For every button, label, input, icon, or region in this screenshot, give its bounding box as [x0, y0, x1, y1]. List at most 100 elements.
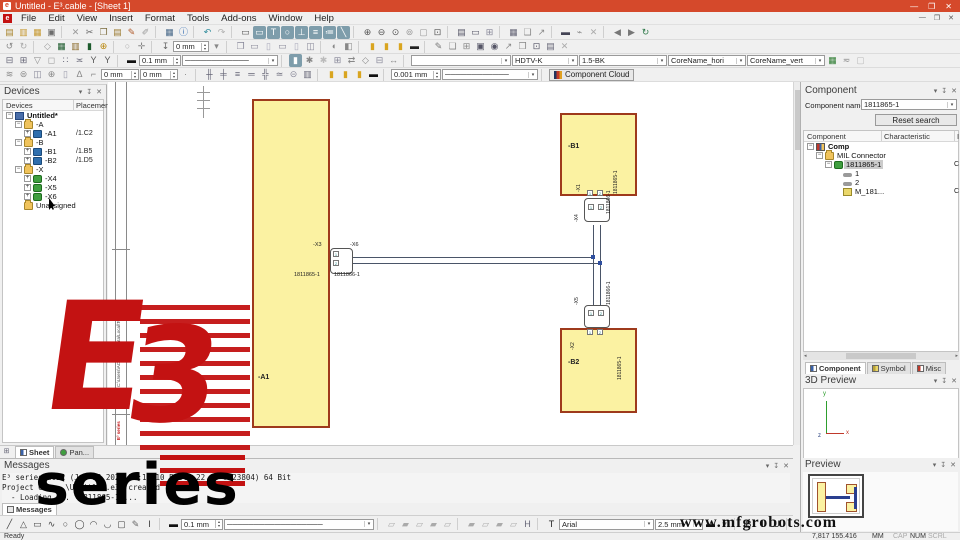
tab-messages[interactable]: Messages — [2, 503, 57, 515]
shield-tool-icon[interactable]: ⊜ — [17, 68, 30, 81]
bus-tool-icon[interactable]: ≡ — [309, 26, 322, 39]
signal-tool-icon[interactable]: ⌁ — [573, 26, 586, 39]
signal-class-combo[interactable]: ▾ — [411, 55, 511, 66]
fill-4-icon[interactable]: ▱ — [507, 518, 520, 531]
component-cloud-button[interactable]: Component Cloud — [549, 69, 634, 81]
cable-wave-icon[interactable]: ≋ — [3, 68, 16, 81]
paste-icon[interactable]: ▤ — [111, 26, 124, 39]
tab-sheet[interactable]: Sheet — [15, 446, 54, 458]
wire-vertical-2[interactable] — [600, 225, 601, 305]
place-text-icon[interactable]: T — [267, 26, 280, 39]
draw-freehand-tool-icon[interactable]: ✎ — [129, 518, 142, 531]
node-style-icon[interactable]: ✱ — [317, 54, 330, 67]
match-tool-icon[interactable]: ≍ — [73, 54, 86, 67]
double-line-icon[interactable]: ═ — [245, 68, 258, 81]
tree-item-a1[interactable]: +-A1/1.C2 — [3, 129, 103, 138]
draw-rounded-rect-tool-icon[interactable]: ▢ — [115, 518, 128, 531]
cut-icon[interactable]: ✂ — [83, 26, 96, 39]
group-icon[interactable]: ❐ — [234, 40, 247, 53]
b1-pin-1[interactable]: 1 — [587, 190, 593, 196]
rotate-ccw-icon[interactable]: ↺ — [3, 40, 16, 53]
tree-item-1811865-1[interactable]: −1811865-1C — [804, 160, 958, 169]
align-left-objects-icon[interactable]: ▯ — [262, 40, 275, 53]
messages-dropdown-icon[interactable]: ▾ — [766, 462, 770, 470]
add-device-icon[interactable]: ⊕ — [97, 40, 110, 53]
p3d-pin-icon[interactable]: ↧ — [941, 377, 947, 385]
expander-icon[interactable]: + — [24, 148, 31, 155]
devices-close-icon[interactable]: ✕ — [96, 88, 102, 96]
x4-pin-2[interactable]: 2 — [598, 204, 604, 210]
minimize-button[interactable]: — — [910, 2, 918, 11]
tree-item-x4[interactable]: +-X4 — [3, 174, 103, 183]
format-painter-icon[interactable]: ✎ — [125, 26, 138, 39]
messages-close-icon[interactable]: ✕ — [783, 462, 789, 470]
pin-1[interactable]: 1 — [333, 251, 339, 257]
net-collapse-icon[interactable]: ⊟ — [373, 54, 386, 67]
vector-tool-icon[interactable]: ↗ — [502, 40, 515, 53]
ladder-tool-icon[interactable]: ≔ — [323, 26, 336, 39]
duplicate-view-icon[interactable]: ❑ — [521, 26, 534, 39]
expander-icon[interactable]: + — [24, 130, 31, 137]
draw-line-color-icon[interactable]: ▬ — [167, 518, 180, 531]
save-icon[interactable]: ▣ — [45, 26, 58, 39]
expander-icon[interactable]: + — [24, 193, 31, 200]
hatch-2-icon[interactable]: ▰ — [399, 518, 412, 531]
database-icon[interactable]: ▮ — [83, 40, 96, 53]
grid-toggle-icon[interactable]: ⊞ — [460, 40, 473, 53]
p3d-close-icon[interactable]: ✕ — [951, 377, 957, 385]
jump-to-icon[interactable]: ↗ — [535, 26, 548, 39]
reset-search-button[interactable]: Reset search — [875, 114, 957, 126]
draw-arc-tool-icon[interactable]: ◠ — [87, 518, 100, 531]
remove-core-icon[interactable]: ⊝ — [287, 68, 300, 81]
net-grid-icon[interactable]: ⊞ — [331, 54, 344, 67]
wire-vertical-1[interactable] — [593, 225, 594, 305]
expand-all-icon[interactable]: ⊞ — [17, 54, 30, 67]
cable-yellow-1-icon[interactable]: ▮ — [325, 68, 338, 81]
schematic-canvas[interactable]: C:\Users\ACER\AppData\Local\Temp\ E³ ser… — [108, 82, 793, 445]
messages-log[interactable]: E³ series 2022 (Jul 15 2021 22:18:10 Bui… — [2, 473, 790, 503]
close-button[interactable]: ✕ — [945, 2, 952, 11]
expander-icon[interactable]: − — [15, 121, 22, 128]
draw-rectangle-tool-icon[interactable]: ▭ — [31, 518, 44, 531]
wire-horizontal-1[interactable] — [352, 257, 594, 258]
properties-icon[interactable]: ▤ — [544, 40, 557, 53]
core-name-hori-combo[interactable]: CoreName_hori▾ — [668, 55, 746, 66]
print-icon[interactable]: ▦ — [163, 26, 176, 39]
zoom-in-icon[interactable]: ⊕ — [361, 26, 374, 39]
devices-dropdown-icon[interactable]: ▾ — [79, 88, 83, 96]
ungroup-icon[interactable]: ▭ — [248, 40, 261, 53]
grid-dots-icon[interactable]: ∷ — [59, 54, 72, 67]
hatch-5-icon[interactable]: ▱ — [441, 518, 454, 531]
line-width-spinner[interactable]: 0.1 mm▴▾ — [139, 55, 181, 66]
draw-arc2-tool-icon[interactable]: ◡ — [101, 518, 114, 531]
maximize-button[interactable]: ❐ — [928, 2, 935, 11]
new-sheet-icon[interactable]: ▭ — [469, 26, 482, 39]
zoom-selection-icon[interactable]: ⊡ — [431, 26, 444, 39]
b2-pin-1[interactable]: 1 — [587, 329, 593, 335]
tree-item-1[interactable]: 1 — [804, 169, 958, 178]
devices-pin-icon[interactable]: ↧ — [86, 88, 92, 96]
color-black-icon[interactable]: ▬ — [408, 40, 421, 53]
rotate-cw-icon[interactable]: ↻ — [17, 40, 30, 53]
component-column-header[interactable]: Component Characteristic I — [804, 131, 958, 142]
x4-pin-1[interactable]: 1 — [588, 204, 594, 210]
tree-item-x5[interactable]: +-X5 — [3, 183, 103, 192]
options-icon[interactable]: ○ — [121, 40, 134, 53]
tree-item-b2[interactable]: +-B2/1.D5 — [3, 156, 103, 165]
cable-table-icon[interactable]: ▥ — [69, 40, 82, 53]
tree-item-b[interactable]: −-B — [3, 138, 103, 147]
move-tool-icon[interactable]: ✛ — [135, 40, 148, 53]
wire-y1-icon[interactable]: Y — [87, 54, 100, 67]
connect-tool-icon[interactable]: ⊥ — [295, 26, 308, 39]
core-table-icon[interactable]: ▦ — [826, 54, 839, 67]
precision-spinner[interactable]: 0.001 mm▴▾ — [391, 69, 441, 80]
expander-icon[interactable]: − — [825, 161, 832, 168]
core-frame-icon[interactable]: ▢ — [854, 54, 867, 67]
wire-type-combo[interactable]: 1.5-BK▾ — [579, 55, 667, 66]
fill-2-icon[interactable]: ▱ — [479, 518, 492, 531]
align-top-objects-icon[interactable]: ▭ — [276, 40, 289, 53]
mdi-minimize-button[interactable]: — — [919, 14, 926, 22]
mdi-restore-button[interactable]: ❐ — [934, 14, 940, 22]
ladder-h-icon[interactable]: ╫ — [203, 68, 216, 81]
offset-y-spinner[interactable]: 0 mm▴▾ — [140, 69, 178, 80]
